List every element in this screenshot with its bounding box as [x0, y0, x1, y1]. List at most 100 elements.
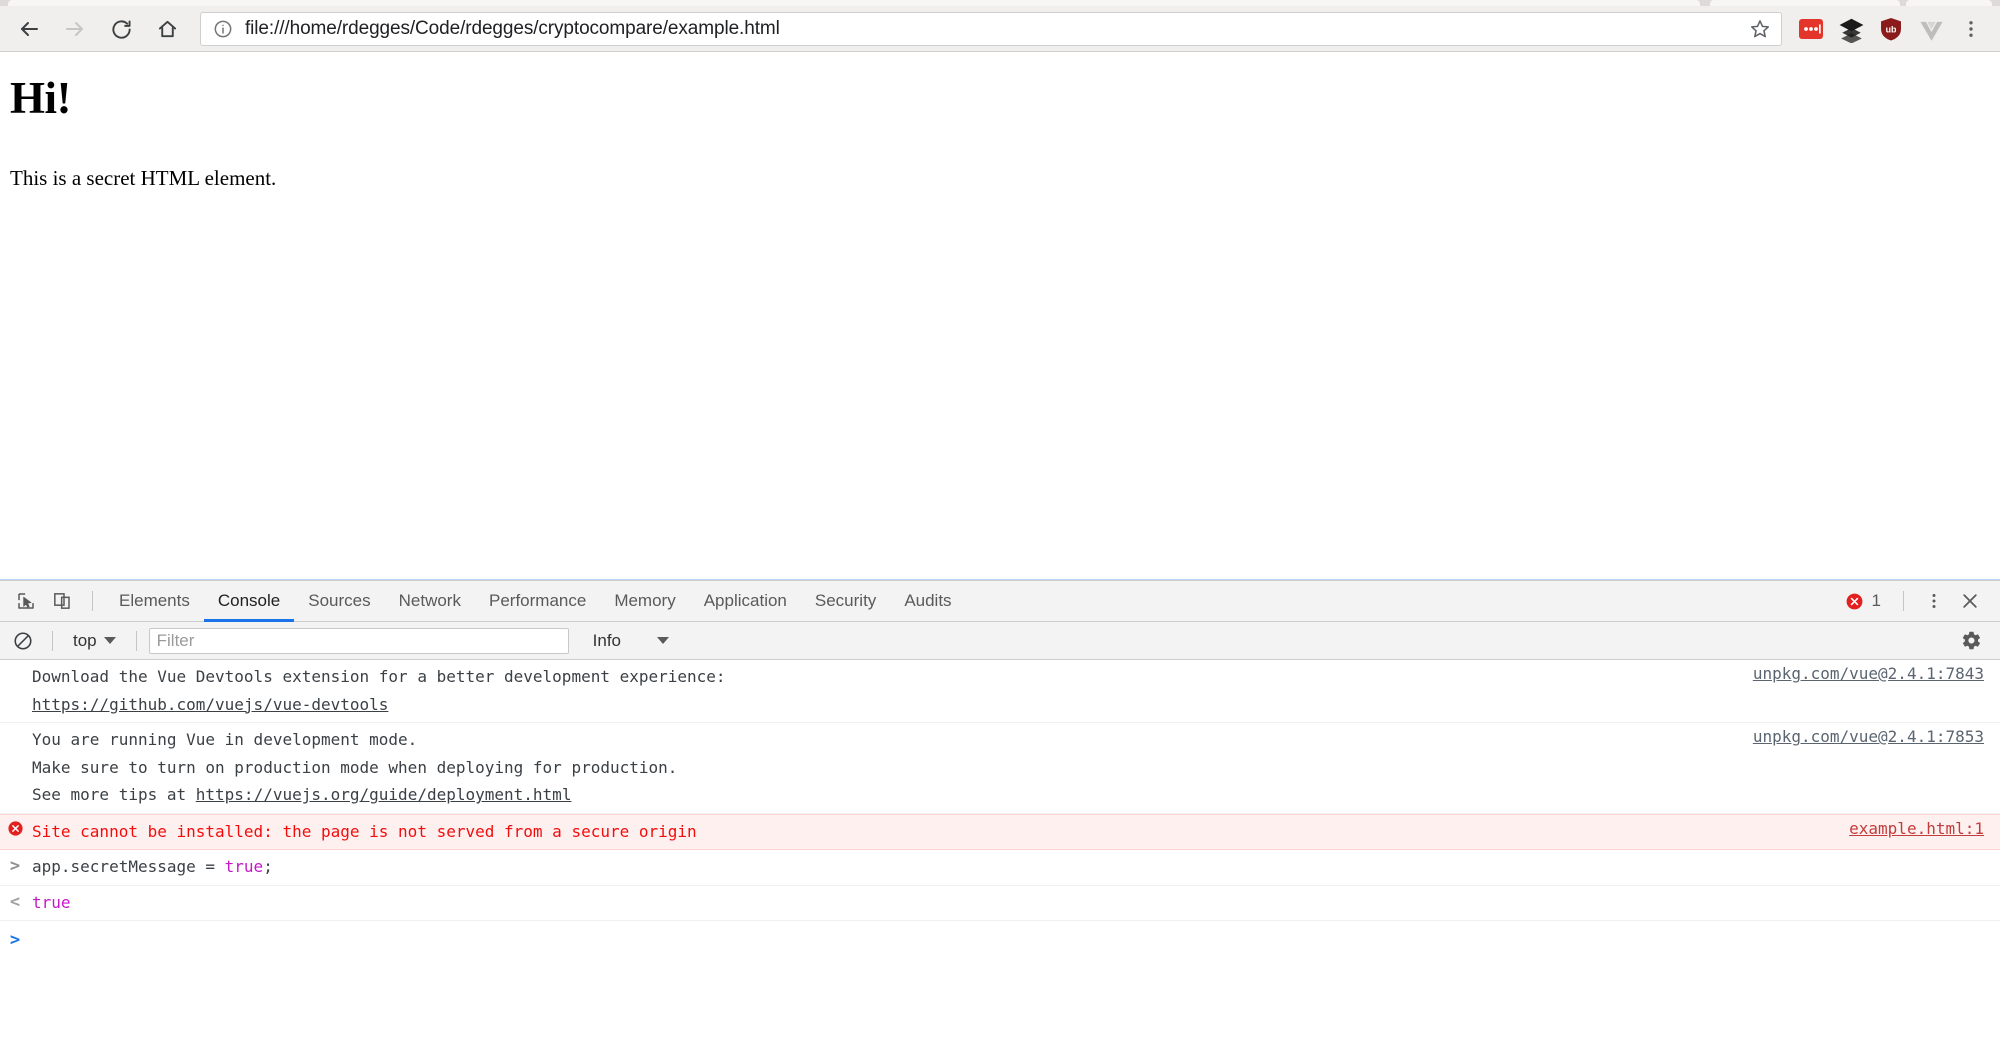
tab-elements[interactable]: Elements: [105, 581, 204, 622]
reload-button[interactable]: [102, 10, 140, 48]
error-circle-icon: [1845, 592, 1864, 611]
console-prompt-input[interactable]: [30, 927, 2000, 949]
devtools-close-button[interactable]: [1952, 584, 1988, 618]
layers-icon[interactable]: [1834, 12, 1868, 46]
vue-devtools-icon[interactable]: [1914, 12, 1948, 46]
source-link[interactable]: unpkg.com/vue@2.4.1:7843: [1753, 664, 1984, 683]
inspect-element-icon[interactable]: [8, 584, 44, 618]
home-button[interactable]: [148, 10, 186, 48]
chevron-down-icon: [104, 637, 116, 644]
source-link[interactable]: example.html:1: [1849, 819, 1984, 838]
tab-label: Console: [218, 591, 280, 611]
info-circle-icon[interactable]: [213, 19, 233, 39]
expression-prefix: app.secretMessage =: [32, 857, 225, 876]
console-prompt-row[interactable]: >: [0, 921, 2000, 957]
console-row-input[interactable]: > app.secretMessage = true;: [0, 850, 2000, 886]
console-row-source: [1984, 853, 2000, 854]
console-toolbar: top Info: [0, 622, 2000, 660]
page-viewport: Hi! This is a secret HTML element.: [0, 52, 2000, 580]
clear-console-button[interactable]: [6, 626, 40, 656]
tab-network[interactable]: Network: [385, 581, 475, 622]
source-link[interactable]: unpkg.com/vue@2.4.1:7853: [1753, 727, 1984, 746]
tab-label: Audits: [904, 591, 951, 611]
console-result-value: true: [30, 889, 1984, 917]
error-count-badge[interactable]: 1: [1845, 591, 1881, 611]
back-button[interactable]: [10, 10, 48, 48]
forward-button[interactable]: [56, 10, 94, 48]
message-line-1: You are running Vue in development mode.: [32, 730, 417, 749]
address-bar[interactable]: file:///home/rdegges/Code/rdegges/crypto…: [200, 12, 1782, 46]
chevron-down-icon: [657, 637, 669, 644]
tab-security[interactable]: Security: [801, 581, 890, 622]
row-gutter: [0, 726, 30, 728]
close-icon: [1960, 591, 1980, 611]
console-level-label: Info: [593, 631, 621, 651]
toolbar-divider: [136, 631, 137, 651]
tab-memory[interactable]: Memory: [600, 581, 689, 622]
address-bar-url: file:///home/rdegges/Code/rdegges/crypto…: [245, 18, 1741, 40]
row-gutter: >: [0, 853, 30, 879]
page-paragraph: This is a secret HTML element.: [10, 166, 1990, 191]
three-dots-vertical-icon: [1960, 18, 1982, 40]
three-dots-vertical-icon: [1924, 591, 1944, 611]
gear-icon: [1961, 630, 1982, 651]
console-message-text: You are running Vue in development mode.…: [30, 726, 1753, 809]
console-row-source: unpkg.com/vue@2.4.1:7843: [1753, 663, 2000, 683]
navigation-toolbar: file:///home/rdegges/Code/rdegges/crypto…: [0, 6, 2000, 52]
error-count-label: 1: [1872, 591, 1881, 611]
console-filter-input[interactable]: [149, 628, 569, 654]
ublock-origin-icon[interactable]: ub: [1874, 12, 1908, 46]
console-row-source: [1984, 889, 2000, 890]
console-row-log[interactable]: You are running Vue in development mode.…: [0, 723, 2000, 814]
device-toolbar-icon[interactable]: [44, 584, 80, 618]
page-heading: Hi!: [10, 74, 1990, 124]
tab-label: Memory: [614, 591, 675, 611]
tab-label: Security: [815, 591, 876, 611]
row-gutter: <: [0, 889, 30, 915]
devtools-tabbar-right: 1: [1845, 584, 2000, 618]
result-arrow-icon: <: [10, 891, 20, 915]
message-link[interactable]: https://vuejs.org/guide/deployment.html: [196, 785, 572, 804]
console-row-result[interactable]: < true: [0, 886, 2000, 922]
tabbar-divider: [1903, 591, 1904, 611]
console-row-log[interactable]: Download the Vue Devtools extension for …: [0, 660, 2000, 723]
console-row-source: example.html:1: [1849, 818, 2000, 838]
row-gutter: [0, 663, 30, 665]
browser-chrome: file:///home/rdegges/Code/rdegges/crypto…: [0, 0, 2000, 52]
tab-label: Elements: [119, 591, 190, 611]
toolbar-divider: [92, 591, 93, 611]
message-line-3: See more tips at: [32, 785, 196, 804]
tab-label: Performance: [489, 591, 586, 611]
execution-context-label: top: [73, 631, 97, 651]
console-row-source: unpkg.com/vue@2.4.1:7853: [1753, 726, 2000, 746]
svg-text:ub: ub: [1886, 24, 1897, 34]
clear-console-icon: [13, 631, 33, 651]
console-settings-button[interactable]: [1956, 626, 1986, 656]
devtools-more-button[interactable]: [1916, 584, 1952, 618]
console-message-list[interactable]: Download the Vue Devtools extension for …: [0, 660, 2000, 1052]
message-link[interactable]: https://github.com/vuejs/vue-devtools: [32, 695, 388, 714]
lastpass-icon[interactable]: [1794, 12, 1828, 46]
browser-menu-button[interactable]: [1954, 12, 1988, 46]
console-input-expression: app.secretMessage = true;: [30, 853, 1984, 881]
tab-performance[interactable]: Performance: [475, 581, 600, 622]
bookmark-star-icon[interactable]: [1749, 18, 1771, 40]
page-content: Hi! This is a secret HTML element.: [0, 52, 2000, 201]
back-arrow-icon: [17, 17, 41, 41]
devtools-tabbar: Elements Console Sources Network Perform…: [0, 581, 2000, 622]
execution-context-selector[interactable]: top: [65, 628, 124, 654]
tab-sources[interactable]: Sources: [294, 581, 384, 622]
console-row-error[interactable]: Site cannot be installed: the page is no…: [0, 814, 2000, 851]
row-gutter: [0, 818, 30, 837]
expression-value: true: [225, 857, 264, 876]
reload-icon: [110, 18, 133, 41]
tab-label: Sources: [308, 591, 370, 611]
tab-console[interactable]: Console: [204, 581, 294, 622]
tab-label: Application: [704, 591, 787, 611]
message-line-1: Download the Vue Devtools extension for …: [32, 667, 726, 686]
tab-application[interactable]: Application: [690, 581, 801, 622]
message-line-2: Make sure to turn on production mode whe…: [32, 758, 677, 777]
console-level-selector[interactable]: Info: [593, 631, 669, 651]
forward-arrow-icon: [63, 17, 87, 41]
tab-audits[interactable]: Audits: [890, 581, 965, 622]
